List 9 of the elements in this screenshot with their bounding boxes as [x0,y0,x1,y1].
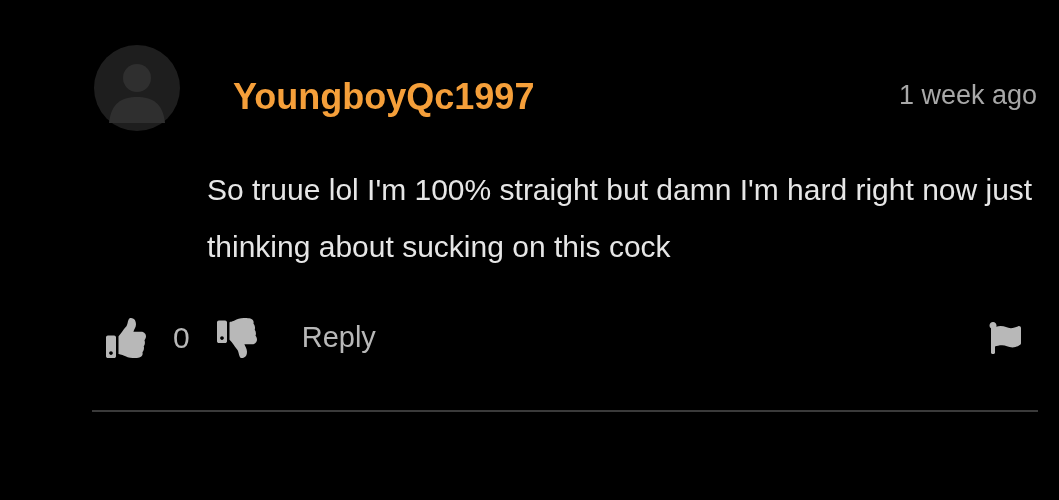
thumbs-up-icon[interactable] [105,317,147,358]
username[interactable]: YoungboyQc1997 [233,70,535,124]
reply-button[interactable]: Reply [301,315,376,360]
like-count: 0 [173,320,190,356]
flag-icon[interactable] [989,320,1021,355]
thumbs-down-icon[interactable] [215,317,258,358]
comment-text: So truue lol I'm 100% straight but damn I'm hard right now just thinking about sucking on this cock [207,172,1034,265]
avatar-icon [92,45,182,131]
comment-time: 1 week ago [898,79,1037,112]
